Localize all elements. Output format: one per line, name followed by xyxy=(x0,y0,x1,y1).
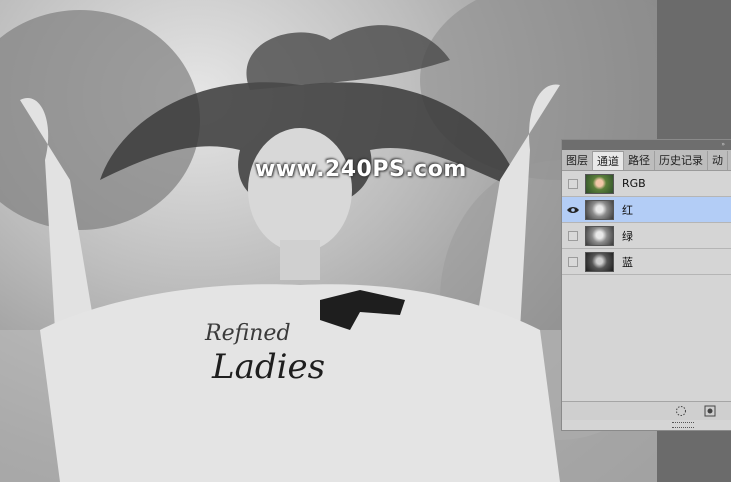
watermark-text: www.240PS.com xyxy=(255,157,467,182)
tab-layers[interactable]: 图层 xyxy=(562,151,593,170)
visibility-off-icon xyxy=(568,256,578,267)
visibility-off-icon xyxy=(568,178,578,189)
save-selection-icon[interactable] xyxy=(704,405,716,417)
tab-history[interactable]: 历史记录 xyxy=(655,151,708,170)
channel-label: 绿 xyxy=(622,229,633,243)
panel-collapse-bar[interactable]: » xyxy=(562,140,731,150)
channel-label: RGB xyxy=(622,177,646,190)
tab-actions[interactable]: 动 xyxy=(708,151,728,170)
channel-row-rgb[interactable]: RGB xyxy=(562,171,731,197)
svg-text:Ladies: Ladies xyxy=(211,347,325,387)
photo-image: Refined Ladies xyxy=(0,0,657,482)
panel-resize-grip[interactable] xyxy=(562,420,731,430)
svg-text:Refined: Refined xyxy=(204,321,291,346)
visibility-toggle[interactable] xyxy=(567,256,579,268)
channel-thumbnail xyxy=(585,199,614,220)
load-selection-icon[interactable] xyxy=(675,405,687,417)
channel-row-blue[interactable]: 蓝 xyxy=(562,249,731,275)
tab-paths[interactable]: 路径 xyxy=(624,151,655,170)
tab-channels[interactable]: 通道 xyxy=(593,151,624,170)
document-canvas[interactable]: Refined Ladies www.240PS.com xyxy=(0,0,657,482)
panel-footer xyxy=(562,401,731,420)
channels-panel: » 图层 通道 路径 历史记录 动 RGB 红 绿 蓝 xyxy=(561,139,731,431)
panel-tabs: 图层 通道 路径 历史记录 动 xyxy=(562,150,731,171)
channel-row-green[interactable]: 绿 xyxy=(562,223,731,249)
channel-thumbnail xyxy=(585,251,614,272)
channel-label: 红 xyxy=(622,203,633,217)
channel-thumbnail xyxy=(585,173,614,194)
visibility-toggle[interactable] xyxy=(567,204,579,216)
collapse-arrows-icon[interactable]: » xyxy=(721,142,725,148)
channel-row-red[interactable]: 红 xyxy=(562,197,731,223)
channel-thumbnail xyxy=(585,225,614,246)
channel-label: 蓝 xyxy=(622,255,633,269)
eye-icon xyxy=(567,206,579,213)
visibility-off-icon xyxy=(568,230,578,241)
visibility-toggle[interactable] xyxy=(567,230,579,242)
visibility-toggle[interactable] xyxy=(567,178,579,190)
